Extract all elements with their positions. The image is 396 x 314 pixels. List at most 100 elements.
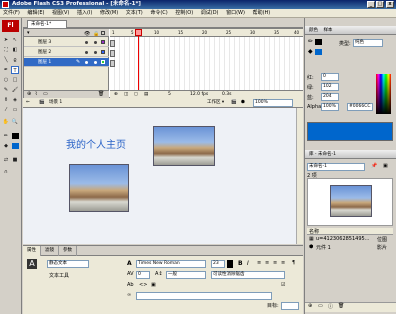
frame-grid[interactable]: 1 5 10 15 20 25 30 35 40 bbox=[110, 29, 303, 99]
menu-debug[interactable]: 调试(D) bbox=[198, 9, 222, 18]
hex-input[interactable]: #0066CC bbox=[347, 103, 373, 111]
playhead[interactable] bbox=[135, 29, 142, 36]
edit-symbol-icon[interactable]: ⬢ bbox=[241, 98, 245, 108]
kerning-select[interactable]: 一般 bbox=[166, 271, 206, 279]
menu-modify[interactable]: 修改(M) bbox=[97, 9, 121, 18]
text-type-select[interactable]: 静态文本 bbox=[47, 260, 89, 268]
paint-bucket-tool-icon[interactable]: ◈ bbox=[11, 96, 19, 104]
snap-magnet-icon[interactable]: ∩ bbox=[2, 168, 10, 176]
outline-icon[interactable] bbox=[101, 31, 105, 35]
palace-photo-top[interactable] bbox=[153, 126, 215, 166]
lock-icon[interactable]: 🔒 bbox=[93, 31, 99, 37]
border-icon[interactable]: ▣ bbox=[151, 282, 156, 288]
stroke-color-swatch[interactable] bbox=[12, 133, 19, 139]
back-arrow-icon[interactable]: ⇐ bbox=[26, 98, 30, 108]
antialias-select[interactable]: 可读性消除锯齿 bbox=[211, 271, 285, 279]
keyframe[interactable] bbox=[110, 60, 115, 67]
menu-view[interactable]: 视图(V) bbox=[49, 9, 72, 18]
eraser-tool-icon[interactable]: ▭ bbox=[11, 106, 19, 114]
menu-commands[interactable]: 命令(C) bbox=[147, 9, 170, 18]
blue-input[interactable]: 204 bbox=[321, 93, 339, 101]
keyframe[interactable] bbox=[110, 50, 115, 57]
layer-color-box[interactable] bbox=[101, 40, 105, 44]
lock-dot[interactable] bbox=[94, 61, 97, 64]
swap-colors-icon[interactable]: ⇄ bbox=[2, 156, 10, 164]
properties-icon[interactable]: ⓘ bbox=[328, 303, 333, 310]
library-panel-header[interactable]: 库 - 未命名-1 bbox=[305, 150, 396, 159]
stroke-swatch[interactable] bbox=[315, 39, 322, 45]
url-input[interactable] bbox=[136, 292, 272, 300]
align-left-icon[interactable]: ≡ bbox=[257, 260, 261, 266]
menu-control[interactable]: 控制(O) bbox=[172, 9, 196, 18]
brush-tool-icon[interactable]: 🖌 bbox=[11, 86, 19, 94]
link-icon[interactable]: ∞ bbox=[127, 292, 131, 298]
menu-file[interactable]: 文件(F) bbox=[0, 9, 23, 18]
letter-spacing-input[interactable]: 0 bbox=[136, 271, 150, 279]
new-library-icon[interactable]: ▣ bbox=[383, 163, 388, 169]
visibility-dot[interactable] bbox=[85, 51, 88, 54]
zoom-combo[interactable]: 100% bbox=[253, 99, 293, 107]
delete-icon[interactable]: 🗑 bbox=[338, 303, 344, 309]
target-select[interactable] bbox=[281, 302, 299, 310]
visibility-dot[interactable] bbox=[85, 41, 88, 44]
fill-type-select[interactable]: 纯色 bbox=[353, 39, 383, 47]
menu-window[interactable]: 窗口(W) bbox=[223, 9, 248, 18]
stroke-pencil-icon[interactable]: ✏ bbox=[308, 38, 313, 45]
layer-row[interactable]: 图层 2 bbox=[24, 48, 109, 57]
bold-button[interactable]: B bbox=[238, 260, 243, 267]
document-tab[interactable]: 未命名-1* bbox=[27, 20, 67, 28]
tab-color[interactable]: 颜色 bbox=[309, 28, 318, 33]
font-size-input[interactable]: 23 bbox=[211, 260, 225, 268]
fill-bucket-icon[interactable]: ◆ bbox=[308, 48, 313, 55]
layer-color-box[interactable] bbox=[101, 50, 105, 54]
text-color-swatch[interactable] bbox=[227, 260, 233, 268]
hand-tool-icon[interactable]: ✋ bbox=[2, 118, 10, 126]
pin-icon[interactable]: 📌 bbox=[371, 163, 377, 169]
free-transform-tool-icon[interactable]: ⛶ bbox=[2, 46, 10, 54]
ink-bottle-tool-icon[interactable]: ⚱ bbox=[2, 96, 10, 104]
tab-filters[interactable]: 滤镜 bbox=[41, 246, 59, 256]
selectable-icon[interactable]: Ab bbox=[127, 282, 134, 288]
alpha-input[interactable]: 100% bbox=[321, 103, 339, 111]
layer-color-box[interactable] bbox=[101, 60, 105, 64]
gradient-transform-tool-icon[interactable]: ◧ bbox=[11, 46, 19, 54]
menu-insert[interactable]: 插入(I) bbox=[74, 9, 95, 18]
lock-dot[interactable] bbox=[94, 51, 97, 54]
eyedropper-tool-icon[interactable]: ⁄ bbox=[2, 106, 10, 114]
edit-scene-icon[interactable]: 🎬 bbox=[231, 98, 237, 108]
menu-help[interactable]: 帮助(H) bbox=[250, 9, 274, 18]
zoom-tool-icon[interactable]: 🔍 bbox=[11, 118, 19, 126]
fill-color-icon[interactable]: ◆ bbox=[2, 142, 10, 150]
justify-icon[interactable]: ≡ bbox=[281, 260, 285, 266]
library-doc-select[interactable]: 未命名-1 bbox=[307, 163, 365, 171]
insert-layer-icon[interactable]: ⊕ bbox=[27, 91, 31, 97]
maximize-button[interactable]: □ bbox=[376, 1, 384, 8]
green-input[interactable]: 102 bbox=[321, 83, 339, 91]
stage-heading-text[interactable]: 我的个人主页 bbox=[66, 136, 126, 151]
workspace-menu[interactable]: 工作区 ▾ bbox=[207, 98, 224, 108]
tab-parameters[interactable]: 参数 bbox=[59, 246, 77, 256]
timeline-toggle-icon[interactable]: ▾ bbox=[27, 30, 30, 36]
insert-folder-icon[interactable]: ▭ bbox=[43, 91, 48, 97]
subselection-tool-icon[interactable]: ↖ bbox=[11, 36, 19, 44]
pencil-tool-icon[interactable]: ✎ bbox=[2, 86, 10, 94]
line-tool-icon[interactable]: ╲ bbox=[2, 56, 10, 64]
visibility-dot[interactable] bbox=[85, 61, 88, 64]
new-folder-icon[interactable]: ▭ bbox=[318, 303, 323, 309]
paragraph-icon[interactable]: ¶ bbox=[292, 260, 295, 266]
default-colors-icon[interactable]: ■ bbox=[11, 156, 19, 164]
eye-icon[interactable]: 👁 bbox=[84, 31, 90, 37]
stage[interactable]: 我的个人主页 bbox=[23, 108, 303, 244]
render-html-icon[interactable]: <> bbox=[139, 282, 147, 288]
layer-row[interactable]: 图层 3 bbox=[24, 38, 109, 47]
stroke-color-icon[interactable]: ✏ bbox=[2, 132, 10, 140]
menu-edit[interactable]: 编辑(E) bbox=[24, 9, 47, 18]
fill-color-swatch[interactable] bbox=[12, 143, 19, 149]
close-button[interactable]: x bbox=[386, 1, 394, 8]
rectangle-tool-icon[interactable]: □ bbox=[11, 76, 19, 84]
new-symbol-icon[interactable]: ⊕ bbox=[308, 303, 312, 309]
fill-swatch[interactable] bbox=[315, 49, 322, 55]
lock-dot[interactable] bbox=[94, 41, 97, 44]
minimize-button[interactable]: _ bbox=[367, 1, 375, 8]
selection-tool-icon[interactable]: ➤ bbox=[2, 36, 10, 44]
